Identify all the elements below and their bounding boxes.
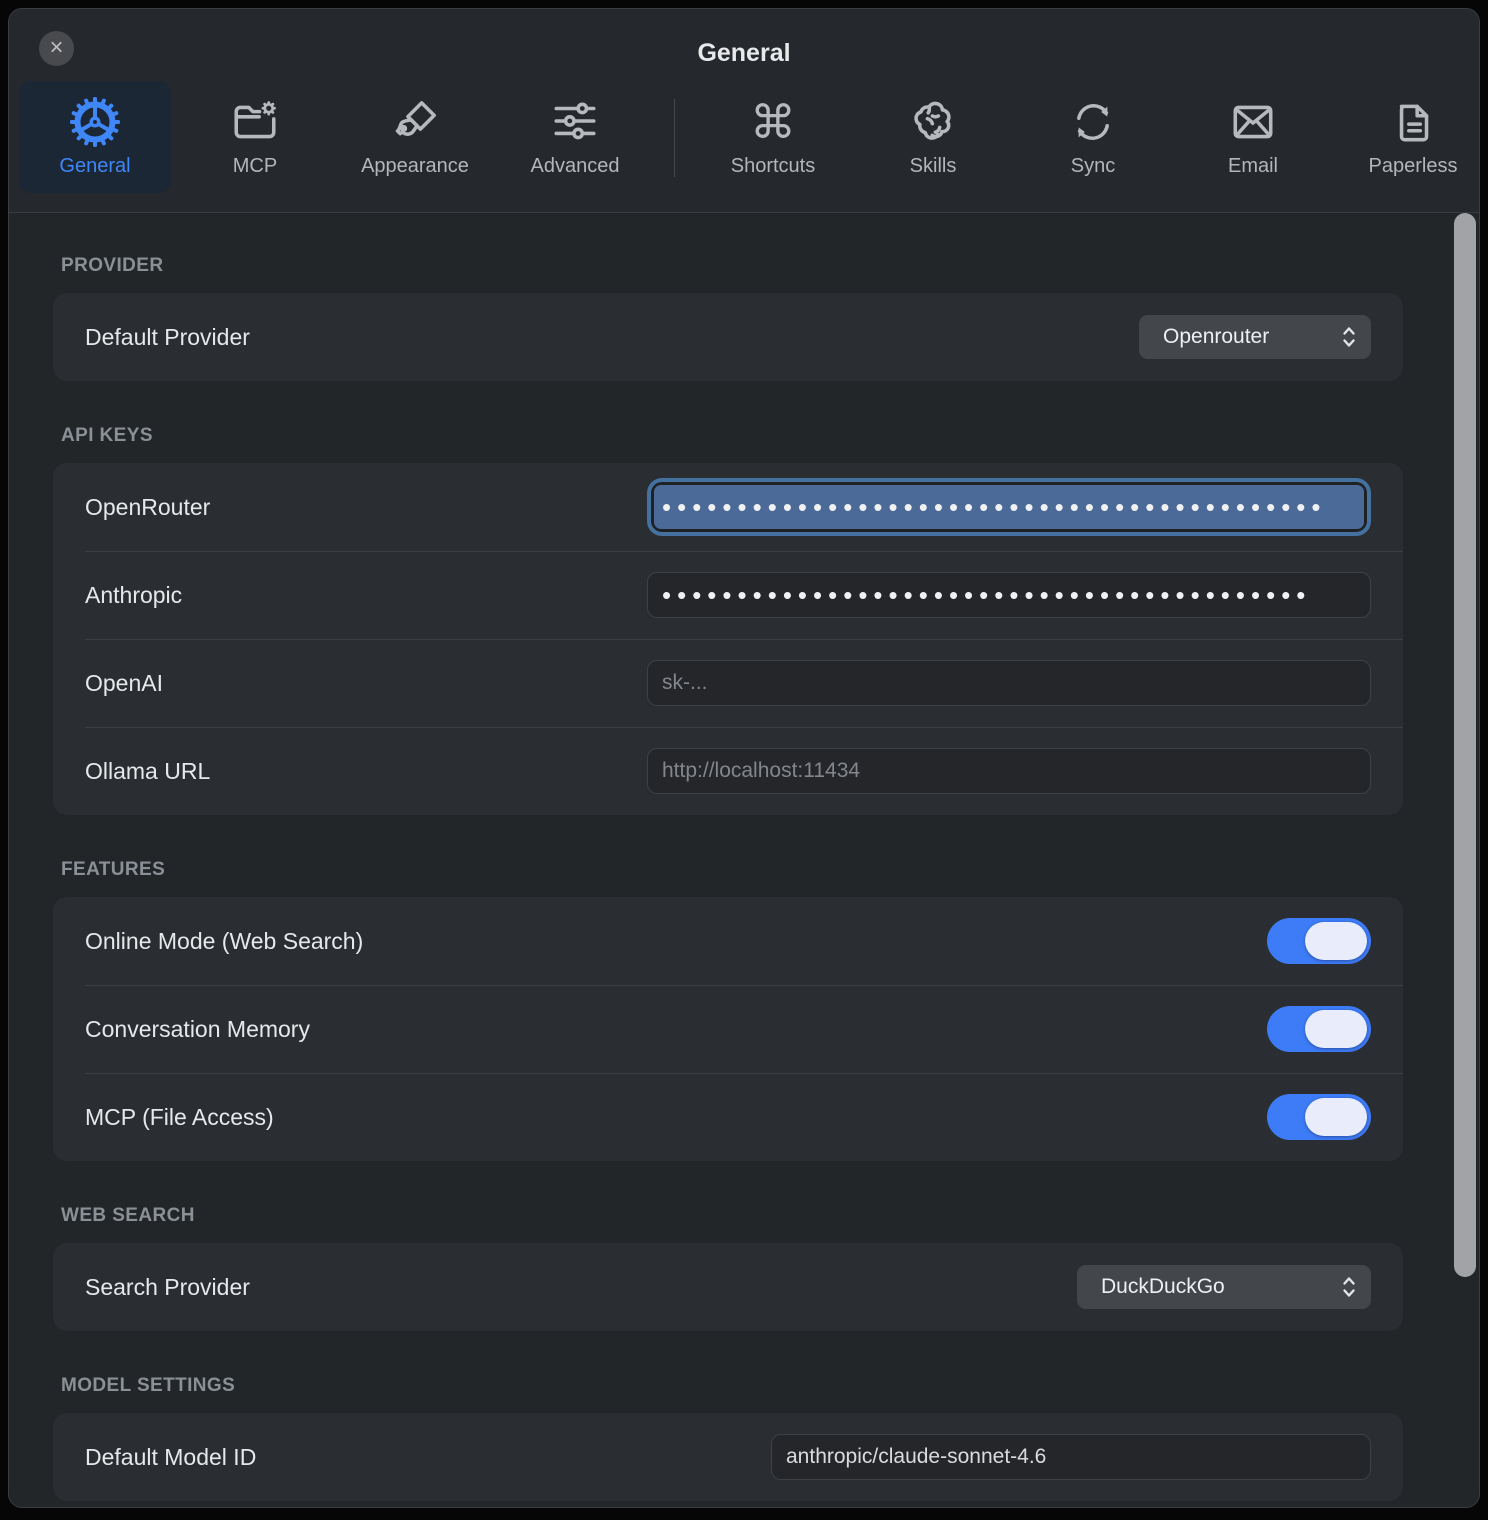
tab-paperless[interactable]: Paperless <box>1337 81 1480 193</box>
features-card: Online Mode (Web Search) Conversation Me… <box>53 897 1403 1161</box>
tab-email[interactable]: Email <box>1177 81 1329 193</box>
scrollbar-thumb[interactable] <box>1454 213 1476 1277</box>
mcp-file-access-row: MCP (File Access) <box>53 1073 1403 1161</box>
paintbrush-icon <box>390 94 440 150</box>
search-provider-row: Search Provider DuckDuckGo <box>53 1243 1403 1331</box>
section-header-provider: PROVIDER <box>61 255 1403 277</box>
toggle-knob <box>1305 922 1367 960</box>
web-search-card: Search Provider DuckDuckGo <box>53 1243 1403 1331</box>
row-label: Ollama URL <box>85 758 647 785</box>
online-mode-toggle[interactable] <box>1267 918 1371 964</box>
section-header-web-search: WEB SEARCH <box>61 1205 1403 1227</box>
tab-skills[interactable]: Skills <box>857 81 1009 193</box>
window-header: × General <box>9 9 1479 212</box>
row-label: Search Provider <box>85 1274 1077 1301</box>
model-settings-card: Default Model ID <box>53 1413 1403 1501</box>
api-keys-card: OpenRouter •••••••••••••••••••••••••••••… <box>53 463 1403 815</box>
brain-icon <box>908 94 958 150</box>
row-label: OpenRouter <box>85 494 647 521</box>
mcp-file-access-toggle[interactable] <box>1267 1094 1371 1140</box>
default-model-id-row: Default Model ID <box>53 1413 1403 1501</box>
toggle-knob <box>1305 1010 1367 1048</box>
settings-content: PROVIDER Default Provider Openrouter API… <box>9 213 1479 1507</box>
tab-appearance[interactable]: Appearance <box>339 81 491 193</box>
openrouter-key-row: OpenRouter •••••••••••••••••••••••••••••… <box>53 463 1403 551</box>
openai-key-input[interactable] <box>662 671 1356 695</box>
openai-key-field <box>647 660 1371 706</box>
envelope-icon <box>1228 94 1278 150</box>
tab-label: Shortcuts <box>731 155 815 178</box>
openai-key-row: OpenAI <box>53 639 1403 727</box>
ollama-url-row: Ollama URL <box>53 727 1403 815</box>
tab-label: Advanced <box>531 155 620 178</box>
select-value: DuckDuckGo <box>1101 1275 1225 1299</box>
search-provider-select[interactable]: DuckDuckGo <box>1077 1265 1371 1309</box>
masked-api-key: ••••••••••••••••••••••••••••••••••••••••… <box>662 485 1327 529</box>
tab-label: Sync <box>1071 155 1115 178</box>
gear-icon <box>68 94 122 150</box>
chevron-up-down-icon <box>1341 1273 1357 1301</box>
masked-api-key: ••••••••••••••••••••••••••••••••••••••••… <box>662 572 1311 618</box>
toolbar-divider <box>674 99 675 177</box>
tab-mcp[interactable]: MCP <box>179 81 331 193</box>
conversation-memory-toggle[interactable] <box>1267 1006 1371 1052</box>
sync-arrows-icon <box>1068 94 1118 150</box>
tab-label: MCP <box>233 155 277 178</box>
settings-toolbar: General <box>19 81 1480 199</box>
row-label: Default Provider <box>85 324 1139 351</box>
default-provider-select[interactable]: Openrouter <box>1139 315 1371 359</box>
tab-label: Email <box>1228 155 1278 178</box>
row-label: Anthropic <box>85 582 647 609</box>
openrouter-key-input[interactable]: ••••••••••••••••••••••••••••••••••••••••… <box>647 478 1371 536</box>
row-label: OpenAI <box>85 670 647 697</box>
row-label: Conversation Memory <box>85 1016 1267 1043</box>
section-header-features: FEATURES <box>61 859 1403 881</box>
folder-gear-icon <box>230 94 280 150</box>
tab-general[interactable]: General <box>19 81 171 193</box>
section-header-model-settings: MODEL SETTINGS <box>61 1375 1403 1397</box>
settings-window: × General <box>8 8 1480 1508</box>
default-model-id-input[interactable] <box>786 1445 1356 1469</box>
tab-advanced[interactable]: Advanced <box>499 81 651 193</box>
tab-sync[interactable]: Sync <box>1017 81 1169 193</box>
anthropic-key-row: Anthropic ••••••••••••••••••••••••••••••… <box>53 551 1403 639</box>
ollama-url-field <box>647 748 1371 794</box>
tab-label: Paperless <box>1369 155 1458 178</box>
conversation-memory-row: Conversation Memory <box>53 985 1403 1073</box>
page-title: General <box>9 39 1479 68</box>
default-provider-row: Default Provider Openrouter <box>53 293 1403 381</box>
chevron-up-down-icon <box>1341 323 1357 351</box>
tab-label: Appearance <box>361 155 469 178</box>
provider-card: Default Provider Openrouter <box>53 293 1403 381</box>
online-mode-row: Online Mode (Web Search) <box>53 897 1403 985</box>
row-label: Online Mode (Web Search) <box>85 928 1267 955</box>
section-header-api-keys: API KEYS <box>61 425 1403 447</box>
select-value: Openrouter <box>1163 325 1269 349</box>
tab-label: Skills <box>910 155 957 178</box>
tab-label: General <box>59 155 130 178</box>
command-icon: ⌘ <box>750 94 796 150</box>
sliders-icon <box>550 94 600 150</box>
row-label: MCP (File Access) <box>85 1104 1267 1131</box>
toggle-knob <box>1305 1098 1367 1136</box>
ollama-url-input[interactable] <box>662 759 1356 783</box>
row-label: Default Model ID <box>85 1444 771 1471</box>
selected-text-highlight: ••••••••••••••••••••••••••••••••••••••••… <box>654 485 1364 529</box>
document-icon <box>1388 94 1438 150</box>
anthropic-key-input[interactable]: ••••••••••••••••••••••••••••••••••••••••… <box>647 572 1371 618</box>
default-model-id-field <box>771 1434 1371 1480</box>
tab-shortcuts[interactable]: ⌘ Shortcuts <box>697 81 849 193</box>
